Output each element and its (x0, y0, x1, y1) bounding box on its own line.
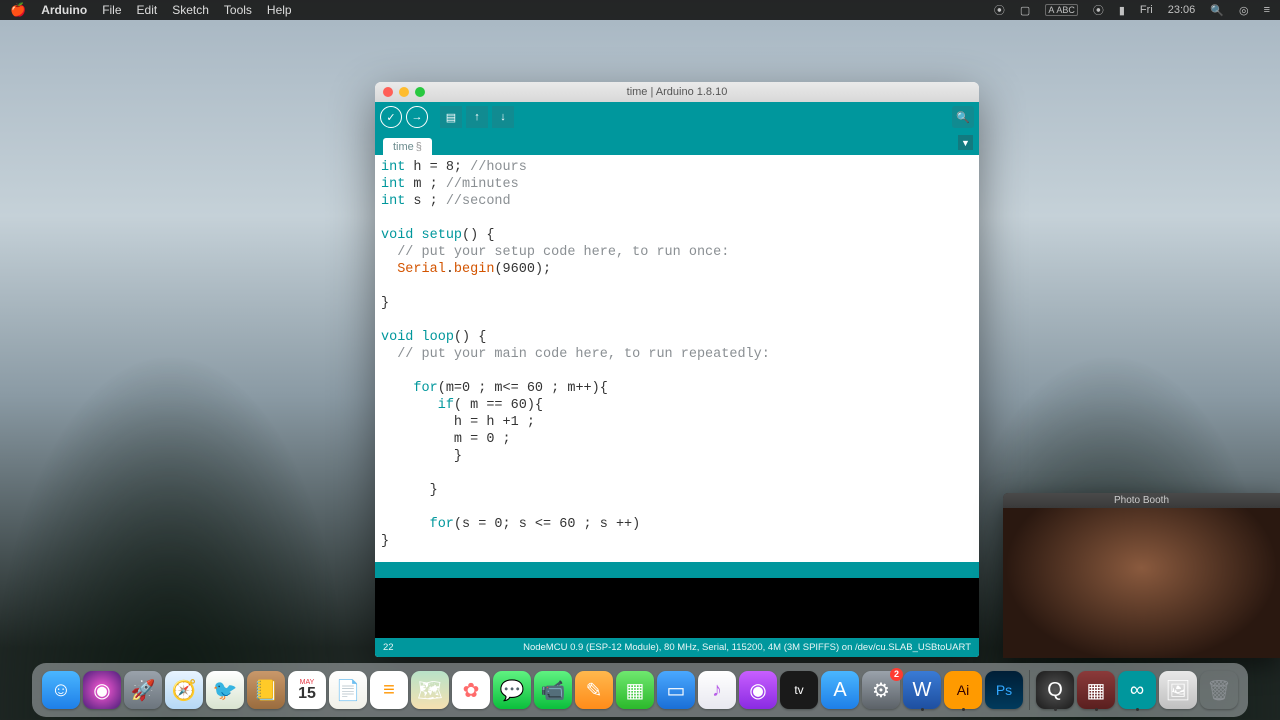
status-bar: 22 NodeMCU 0.9 (ESP-12 Module), 80 MHz, … (375, 638, 979, 657)
dock-contacts[interactable]: 📒 (247, 671, 285, 709)
dock-reminders[interactable]: ≡ (370, 671, 408, 709)
photobooth-window[interactable]: Photo Booth (1003, 493, 1280, 658)
open-sketch-button[interactable]: ↑ (466, 106, 488, 128)
arduino-ide-window: time | Arduino 1.8.10 ✓ → ▤ ↑ ↓ 🔍 time§ … (375, 82, 979, 657)
ide-toolbar: ✓ → ▤ ↑ ↓ 🔍 (375, 102, 979, 132)
dock-photos[interactable]: ✿ (452, 671, 490, 709)
input-source[interactable]: AABC (1045, 4, 1078, 16)
dock-finder[interactable]: ☺ (42, 671, 80, 709)
dock-numbers[interactable]: ▦ (616, 671, 654, 709)
dock-tv[interactable]: tv (780, 671, 818, 709)
tab-menu-icon[interactable]: ▼ (958, 135, 973, 150)
save-sketch-button[interactable]: ↓ (492, 106, 514, 128)
compile-status (375, 562, 979, 578)
clock-time[interactable]: 23:06 (1168, 4, 1196, 16)
dock-itunes[interactable]: ♪ (698, 671, 736, 709)
dock-launchpad[interactable]: 🚀 (124, 671, 162, 709)
dock-quicktime[interactable]: Q (1036, 671, 1074, 709)
line-number: 22 (383, 642, 394, 653)
cast-icon[interactable]: ▢ (1020, 4, 1030, 17)
apple-menu-icon[interactable]: 🍎 (10, 2, 26, 18)
dock-photoshop[interactable]: Ps (985, 671, 1023, 709)
dock: ☺◉🚀🧭🐦📒MAY15📄≡🗺✿💬📹✎▦▭♪◉tvA⚙2WAiPsQ▦∞🖼🗑 (32, 663, 1248, 717)
dock-calendar[interactable]: MAY15 (288, 671, 326, 709)
dock-separator (1029, 670, 1030, 710)
dock-appstore[interactable]: A (821, 671, 859, 709)
dock-notes[interactable]: 📄 (329, 671, 367, 709)
dock-siri[interactable]: ◉ (83, 671, 121, 709)
serial-monitor-button[interactable]: 🔍 (952, 106, 974, 128)
dock-trash[interactable]: 🗑 (1200, 671, 1238, 709)
dock-illustrator[interactable]: Ai (944, 671, 982, 709)
menu-file[interactable]: File (102, 3, 121, 17)
dock-photobooth[interactable]: ▦ (1077, 671, 1115, 709)
badge: 2 (890, 668, 903, 681)
menu-edit[interactable]: Edit (137, 3, 158, 17)
menubar: 🍎 Arduino File Edit Sketch Tools Help ⦿ … (0, 0, 1280, 20)
verify-button[interactable]: ✓ (380, 106, 402, 128)
board-info: NodeMCU 0.9 (ESP-12 Module), 80 MHz, Ser… (523, 642, 971, 653)
dock-pages[interactable]: ✎ (575, 671, 613, 709)
dock-facetime[interactable]: 📹 (534, 671, 572, 709)
menu-help[interactable]: Help (267, 3, 292, 17)
menu-sketch[interactable]: Sketch (172, 3, 209, 17)
dock-maps[interactable]: 🗺 (411, 671, 449, 709)
dock-mail[interactable]: 🐦 (206, 671, 244, 709)
battery-icon[interactable]: ▮ (1119, 4, 1125, 17)
window-title: time | Arduino 1.8.10 (375, 86, 979, 98)
photobooth-title: Photo Booth (1003, 493, 1280, 508)
tab-bar: time§ ▼ (375, 132, 979, 155)
app-menu[interactable]: Arduino (41, 3, 87, 17)
spotlight-icon[interactable]: 🔍 (1210, 4, 1224, 17)
window-titlebar[interactable]: time | Arduino 1.8.10 (375, 82, 979, 102)
menu-tools[interactable]: Tools (224, 3, 252, 17)
dock-arduino[interactable]: ∞ (1118, 671, 1156, 709)
dock-podcasts[interactable]: ◉ (739, 671, 777, 709)
new-sketch-button[interactable]: ▤ (440, 106, 462, 128)
sketch-tab[interactable]: time§ (383, 138, 432, 155)
dock-keynote[interactable]: ▭ (657, 671, 695, 709)
notification-center-icon[interactable]: ≡ (1264, 4, 1270, 16)
desktop: 🍎 Arduino File Edit Sketch Tools Help ⦿ … (0, 0, 1280, 720)
output-console[interactable] (375, 578, 979, 638)
dock-safari[interactable]: 🧭 (165, 671, 203, 709)
wifi-icon[interactable]: ⦿ (1093, 2, 1104, 18)
upload-button[interactable]: → (406, 106, 428, 128)
clock-day[interactable]: Fri (1140, 4, 1153, 16)
wallpaper-decor (0, 200, 380, 720)
photobooth-preview (1003, 508, 1280, 658)
record-status-icon[interactable]: ⦿ (994, 2, 1005, 18)
siri-icon[interactable]: ◎ (1239, 4, 1249, 17)
dock-messages[interactable]: 💬 (493, 671, 531, 709)
dock-word[interactable]: W (903, 671, 941, 709)
code-editor[interactable]: int h = 8; //hours int m ; //minutes int… (375, 155, 979, 562)
dock-preview[interactable]: 🖼 (1159, 671, 1197, 709)
